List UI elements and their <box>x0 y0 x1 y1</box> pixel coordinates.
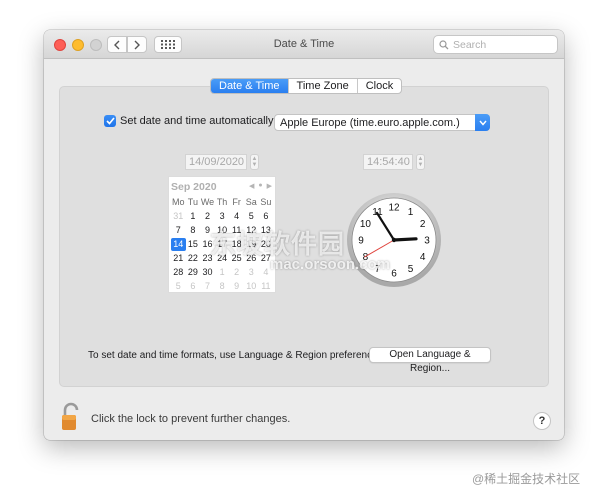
time-stepper[interactable]: ▲ ▼ <box>416 154 425 170</box>
auto-time-checkbox[interactable] <box>104 115 116 127</box>
clock-number: 9 <box>358 236 364 247</box>
calendar-month-label: Sep 2020 <box>171 181 217 193</box>
weekday-label: Fr <box>232 197 241 207</box>
calendar-day[interactable]: 21 <box>171 252 186 265</box>
calendar-day[interactable]: 14 <box>171 238 186 251</box>
search-input[interactable] <box>453 38 548 51</box>
calendar-day[interactable]: 15 <box>186 238 201 251</box>
search-icon <box>439 39 449 49</box>
calendar-day[interactable]: 1 <box>186 210 201 223</box>
weekday-label: Sa <box>245 197 257 207</box>
clock-hour-hand <box>392 237 418 242</box>
calendar-nav: ◀ ● ▶ <box>249 182 272 190</box>
weekday-label: Th <box>216 197 228 207</box>
today-dot-icon[interactable]: ● <box>258 182 262 190</box>
weekday-label: Mo <box>172 197 185 207</box>
calendar-day[interactable]: 4 <box>229 210 244 223</box>
calendar-day[interactable]: 6 <box>259 210 274 223</box>
calendar-day[interactable]: 28 <box>171 266 186 279</box>
clock-number: 10 <box>360 219 372 230</box>
calendar-day[interactable]: 31 <box>171 210 186 223</box>
next-month-icon[interactable]: ▶ <box>267 182 272 190</box>
weekday-label: Su <box>260 197 272 207</box>
watermark-corner: @稀土掘金技术社区 <box>472 472 581 486</box>
chevron-down-icon <box>478 120 487 126</box>
calendar-day[interactable]: 7 <box>200 280 215 293</box>
time-field[interactable]: 14:54:40 <box>363 154 413 170</box>
calendar-day[interactable]: 7 <box>171 224 186 237</box>
watermark-url: mac.orsoon.com <box>270 256 391 273</box>
calendar-weekday-row: Mo Tu We Th Fr Sa Su <box>171 196 273 209</box>
calendar-day[interactable]: 29 <box>186 266 201 279</box>
calendar-week-row: 31 1 2 3 4 5 6 <box>171 210 273 223</box>
tab-time-zone[interactable]: Time Zone <box>287 79 357 93</box>
prev-month-icon[interactable]: ◀ <box>249 182 254 190</box>
clock-number: 5 <box>408 264 414 275</box>
lock-icon[interactable] <box>58 402 84 432</box>
calendar-day[interactable]: 6 <box>186 280 201 293</box>
help-button[interactable]: ? <box>533 412 551 430</box>
tab-bar: Date & Time Time Zone Clock <box>210 78 403 94</box>
time-server-select[interactable]: Apple Europe (time.euro.apple.com.) <box>274 114 490 131</box>
clock-number: 1 <box>408 207 414 218</box>
calendar-day[interactable]: 9 <box>229 280 244 293</box>
calendar-day[interactable]: 11 <box>259 280 274 293</box>
calendar-day[interactable]: 2 <box>229 266 244 279</box>
open-language-region-button[interactable]: Open Language & Region... <box>369 347 491 374</box>
calendar-day[interactable]: 3 <box>215 210 230 223</box>
clock-number: 4 <box>420 252 426 263</box>
down-arrow-icon: ▼ <box>251 162 258 168</box>
calendar-day[interactable]: 8 <box>186 224 201 237</box>
weekday-label: We <box>200 197 215 207</box>
tab-clock[interactable]: Clock <box>356 79 402 93</box>
date-field[interactable]: 14/09/2020 <box>185 154 247 170</box>
auto-time-label: Set date and time automatically: <box>120 115 277 127</box>
calendar-day[interactable]: 1 <box>215 266 230 279</box>
clock-number: 2 <box>420 219 426 230</box>
auto-time-row: Set date and time automatically: <box>104 115 277 127</box>
checkmark-icon <box>105 117 115 125</box>
calendar-day[interactable]: 3 <box>244 266 259 279</box>
calendar-week-row: 28 29 30 1 2 3 4 <box>171 266 273 279</box>
date-stepper[interactable]: ▲ ▼ <box>250 154 259 170</box>
tab-date-time[interactable]: Date & Time <box>211 79 288 93</box>
clock-number: 3 <box>424 236 430 247</box>
format-hint: To set date and time formats, use Langua… <box>88 350 386 361</box>
clock-center-pin <box>391 237 397 243</box>
analog-clock: 121234567891011 <box>347 193 441 287</box>
calendar-day[interactable]: 30 <box>200 266 215 279</box>
calendar-day[interactable]: 8 <box>215 280 230 293</box>
calendar-day[interactable]: 22 <box>186 252 201 265</box>
calendar-day[interactable]: 5 <box>171 280 186 293</box>
select-arrow[interactable] <box>475 114 490 131</box>
clock-number: 6 <box>391 269 397 280</box>
search-field[interactable] <box>433 35 558 54</box>
lock-message: Click the lock to prevent further change… <box>91 413 291 425</box>
calendar-day[interactable]: 5 <box>244 210 259 223</box>
time-server-value: Apple Europe (time.euro.apple.com.) <box>280 116 460 129</box>
down-arrow-icon: ▼ <box>417 162 424 168</box>
title-bar: Date & Time <box>44 30 564 59</box>
calendar-week-row: 5 6 7 8 9 10 11 <box>171 280 273 293</box>
calendar-day[interactable]: 10 <box>244 280 259 293</box>
weekday-label: Tu <box>187 197 198 207</box>
calendar-day[interactable]: 2 <box>200 210 215 223</box>
clock-number: 12 <box>388 203 400 214</box>
